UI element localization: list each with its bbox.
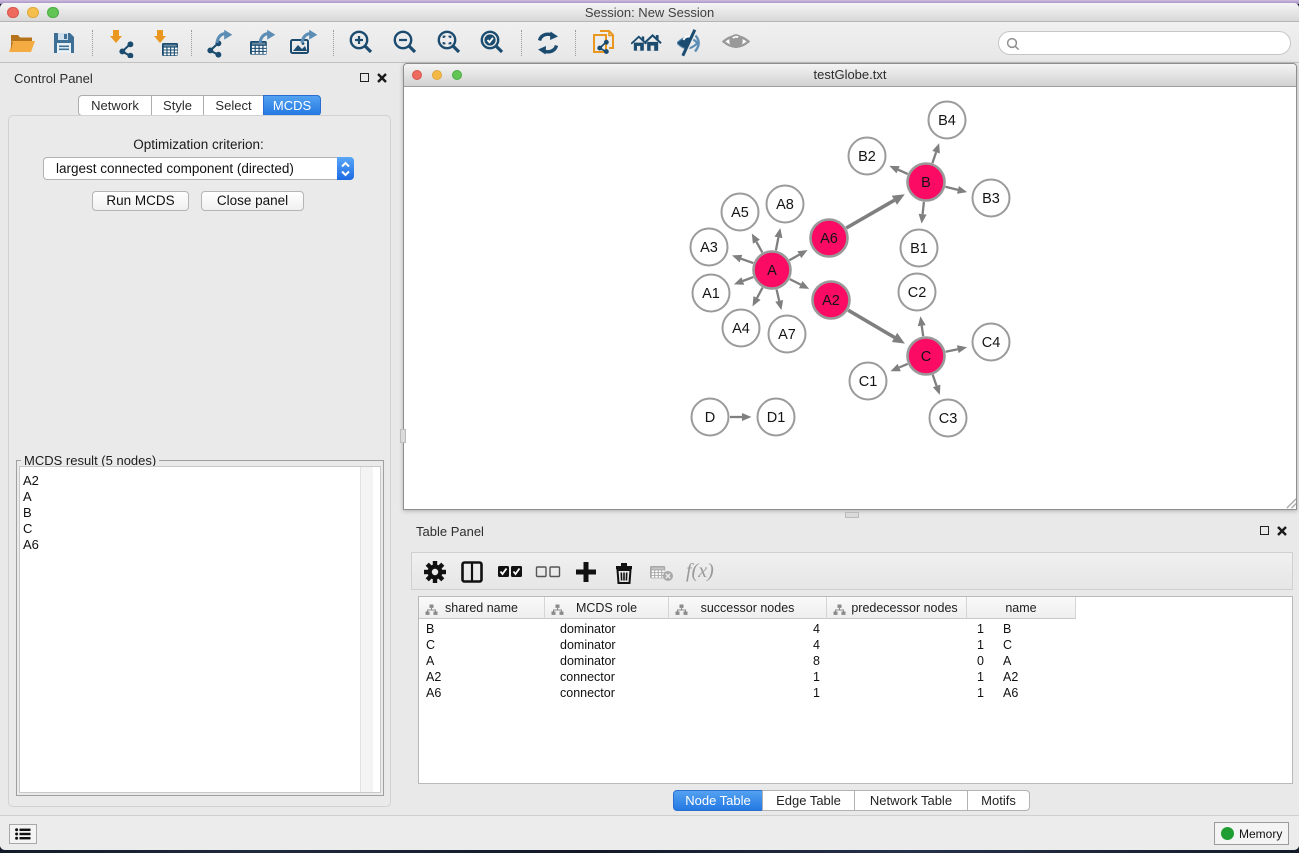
svg-text:A4: A4 <box>732 321 750 337</box>
svg-text:C2: C2 <box>908 285 927 301</box>
svg-text:A2: A2 <box>822 293 840 309</box>
svg-text:B2: B2 <box>858 149 876 165</box>
svg-text:A: A <box>767 263 777 279</box>
svg-text:B: B <box>921 175 931 191</box>
svg-text:A8: A8 <box>776 197 794 213</box>
svg-text:A6: A6 <box>820 231 838 247</box>
svg-text:A5: A5 <box>731 205 749 221</box>
svg-text:D1: D1 <box>767 410 786 426</box>
svg-text:A7: A7 <box>778 327 796 343</box>
svg-text:B3: B3 <box>982 191 1000 207</box>
svg-text:A1: A1 <box>702 286 720 302</box>
svg-text:C4: C4 <box>982 335 1001 351</box>
svg-text:C1: C1 <box>859 374 878 390</box>
svg-text:B1: B1 <box>910 241 928 257</box>
svg-text:D: D <box>705 410 715 426</box>
svg-text:B4: B4 <box>938 113 956 129</box>
svg-text:C3: C3 <box>939 411 958 427</box>
svg-text:C: C <box>921 349 931 365</box>
svg-text:A3: A3 <box>700 240 718 256</box>
